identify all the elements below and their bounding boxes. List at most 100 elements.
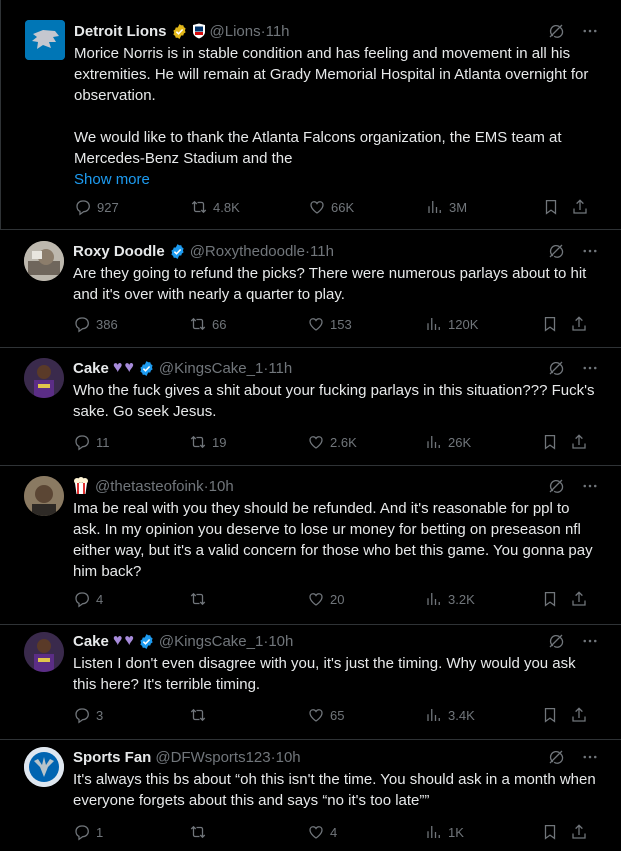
bookmark-icon bbox=[541, 706, 559, 724]
repost-button[interactable] bbox=[189, 823, 212, 841]
handle[interactable]: @DFWsports123 bbox=[155, 749, 270, 766]
tweet-sports-fan[interactable]: Sports Fan @DFWsports123 · 10h It's alwa… bbox=[0, 741, 621, 851]
like-button[interactable]: 65 bbox=[307, 706, 344, 724]
handle[interactable]: @KingsCake_1 bbox=[159, 360, 263, 377]
display-name[interactable]: Roxy Doodle bbox=[73, 243, 165, 260]
repost-icon bbox=[190, 198, 208, 216]
views-button[interactable]: 3.2K bbox=[425, 590, 475, 608]
share-button[interactable] bbox=[570, 315, 588, 333]
bookmark-button[interactable] bbox=[542, 198, 560, 216]
views-button[interactable]: 1K bbox=[425, 823, 464, 841]
avatar[interactable] bbox=[24, 747, 64, 787]
views-icon bbox=[425, 706, 443, 724]
bookmark-icon bbox=[541, 433, 559, 451]
reply-button[interactable]: 1 bbox=[73, 823, 103, 841]
more-icon[interactable] bbox=[581, 22, 599, 40]
bookmark-button[interactable] bbox=[541, 590, 559, 608]
timestamp[interactable]: 11h bbox=[268, 360, 292, 377]
handle[interactable]: @KingsCake_1 bbox=[159, 633, 263, 650]
share-button[interactable] bbox=[570, 433, 588, 451]
timestamp[interactable]: 11h bbox=[310, 243, 334, 260]
bookmark-button[interactable] bbox=[541, 433, 559, 451]
tweet-cake[interactable]: Cake ♥ ♥ @KingsCake_1 · 11h Who the fuck… bbox=[0, 349, 621, 466]
like-count: 20 bbox=[330, 591, 345, 607]
views-icon bbox=[426, 198, 444, 216]
like-button[interactable]: 20 bbox=[307, 590, 344, 608]
like-icon bbox=[307, 706, 325, 724]
avatar[interactable] bbox=[24, 476, 64, 516]
avatar[interactable] bbox=[24, 358, 64, 398]
display-name[interactable]: Cake bbox=[73, 633, 109, 650]
like-icon bbox=[307, 433, 325, 451]
like-button[interactable]: 66K bbox=[308, 198, 354, 216]
reply-button[interactable]: 386 bbox=[73, 315, 118, 333]
views-button[interactable]: 3.4K bbox=[425, 706, 475, 724]
repost-button[interactable] bbox=[189, 590, 212, 608]
grok-icon[interactable] bbox=[547, 632, 565, 650]
tweet-cake-reply[interactable]: Cake ♥ ♥ @KingsCake_1 · 10h Listen I don… bbox=[0, 626, 621, 740]
repost-button[interactable]: 66 bbox=[189, 315, 226, 333]
repost-button[interactable]: 4.8K bbox=[190, 198, 240, 216]
timestamp[interactable]: 11h bbox=[266, 23, 290, 40]
more-icon[interactable] bbox=[581, 748, 599, 766]
blue-verified-badge-icon bbox=[138, 633, 155, 650]
handle[interactable]: @Lions bbox=[210, 23, 261, 40]
tweet-thetasteofoink[interactable]: @thetasteofoink · 10h Ima be real with y… bbox=[0, 467, 621, 625]
views-button[interactable]: 26K bbox=[425, 433, 471, 451]
views-button[interactable]: 120K bbox=[425, 315, 478, 333]
more-icon[interactable] bbox=[581, 632, 599, 650]
share-button[interactable] bbox=[570, 590, 588, 608]
timestamp[interactable]: 10h bbox=[276, 749, 301, 766]
views-icon bbox=[425, 433, 443, 451]
more-icon[interactable] bbox=[581, 359, 599, 377]
bookmark-button[interactable] bbox=[541, 315, 559, 333]
like-button[interactable]: 153 bbox=[307, 315, 352, 333]
tweet-detroit-lions[interactable]: Detroit Lions @Lions · 11h Morice Norris… bbox=[0, 0, 621, 230]
grok-icon[interactable] bbox=[547, 22, 565, 40]
grok-icon[interactable] bbox=[547, 477, 565, 495]
mavericks-logo-icon bbox=[24, 747, 64, 787]
reply-button[interactable]: 3 bbox=[73, 706, 103, 724]
like-icon bbox=[307, 315, 325, 333]
more-icon[interactable] bbox=[581, 477, 599, 495]
display-name[interactable]: Cake bbox=[73, 360, 109, 377]
share-icon bbox=[570, 315, 588, 333]
avatar[interactable] bbox=[25, 20, 65, 60]
tweet-text: Who the fuck gives a shit about your fuc… bbox=[73, 382, 599, 420]
reply-count: 1 bbox=[96, 824, 104, 840]
like-button[interactable]: 4 bbox=[307, 823, 337, 841]
handle[interactable]: @Roxythedoodle bbox=[190, 243, 305, 260]
share-button[interactable] bbox=[570, 706, 588, 724]
display-name[interactable]: Detroit Lions bbox=[74, 23, 167, 40]
avatar-image bbox=[24, 632, 64, 672]
views-icon bbox=[425, 823, 443, 841]
reply-button[interactable]: 927 bbox=[74, 198, 119, 216]
like-button[interactable]: 2.6K bbox=[307, 433, 357, 451]
repost-button[interactable]: 19 bbox=[189, 433, 226, 451]
reply-button[interactable]: 11 bbox=[73, 433, 110, 451]
avatar[interactable] bbox=[24, 632, 64, 672]
tweet-roxy-doodle[interactable]: Roxy Doodle @Roxythedoodle · 11h Are the… bbox=[0, 231, 621, 348]
reply-button[interactable]: 4 bbox=[73, 590, 103, 608]
repost-button[interactable] bbox=[189, 706, 212, 724]
share-button[interactable] bbox=[570, 823, 588, 841]
timestamp[interactable]: 10h bbox=[209, 478, 234, 495]
timestamp[interactable]: 10h bbox=[268, 633, 293, 650]
show-more-link[interactable]: Show more bbox=[74, 169, 599, 190]
grok-icon[interactable] bbox=[547, 748, 565, 766]
display-name[interactable]: Sports Fan bbox=[73, 749, 151, 766]
views-icon bbox=[425, 590, 443, 608]
tweet-text: Are they going to refund the picks? Ther… bbox=[73, 265, 591, 303]
bookmark-button[interactable] bbox=[541, 823, 559, 841]
reply-icon bbox=[73, 590, 91, 608]
bookmark-button[interactable] bbox=[541, 706, 559, 724]
grok-icon[interactable] bbox=[547, 359, 565, 377]
views-count: 3.4K bbox=[448, 707, 475, 723]
grok-icon[interactable] bbox=[547, 242, 565, 260]
avatar[interactable] bbox=[24, 241, 64, 281]
views-button[interactable]: 3M bbox=[426, 198, 467, 216]
like-count: 4 bbox=[330, 824, 338, 840]
handle[interactable]: @thetasteofoink bbox=[95, 478, 204, 495]
share-button[interactable] bbox=[571, 198, 589, 216]
more-icon[interactable] bbox=[581, 242, 599, 260]
